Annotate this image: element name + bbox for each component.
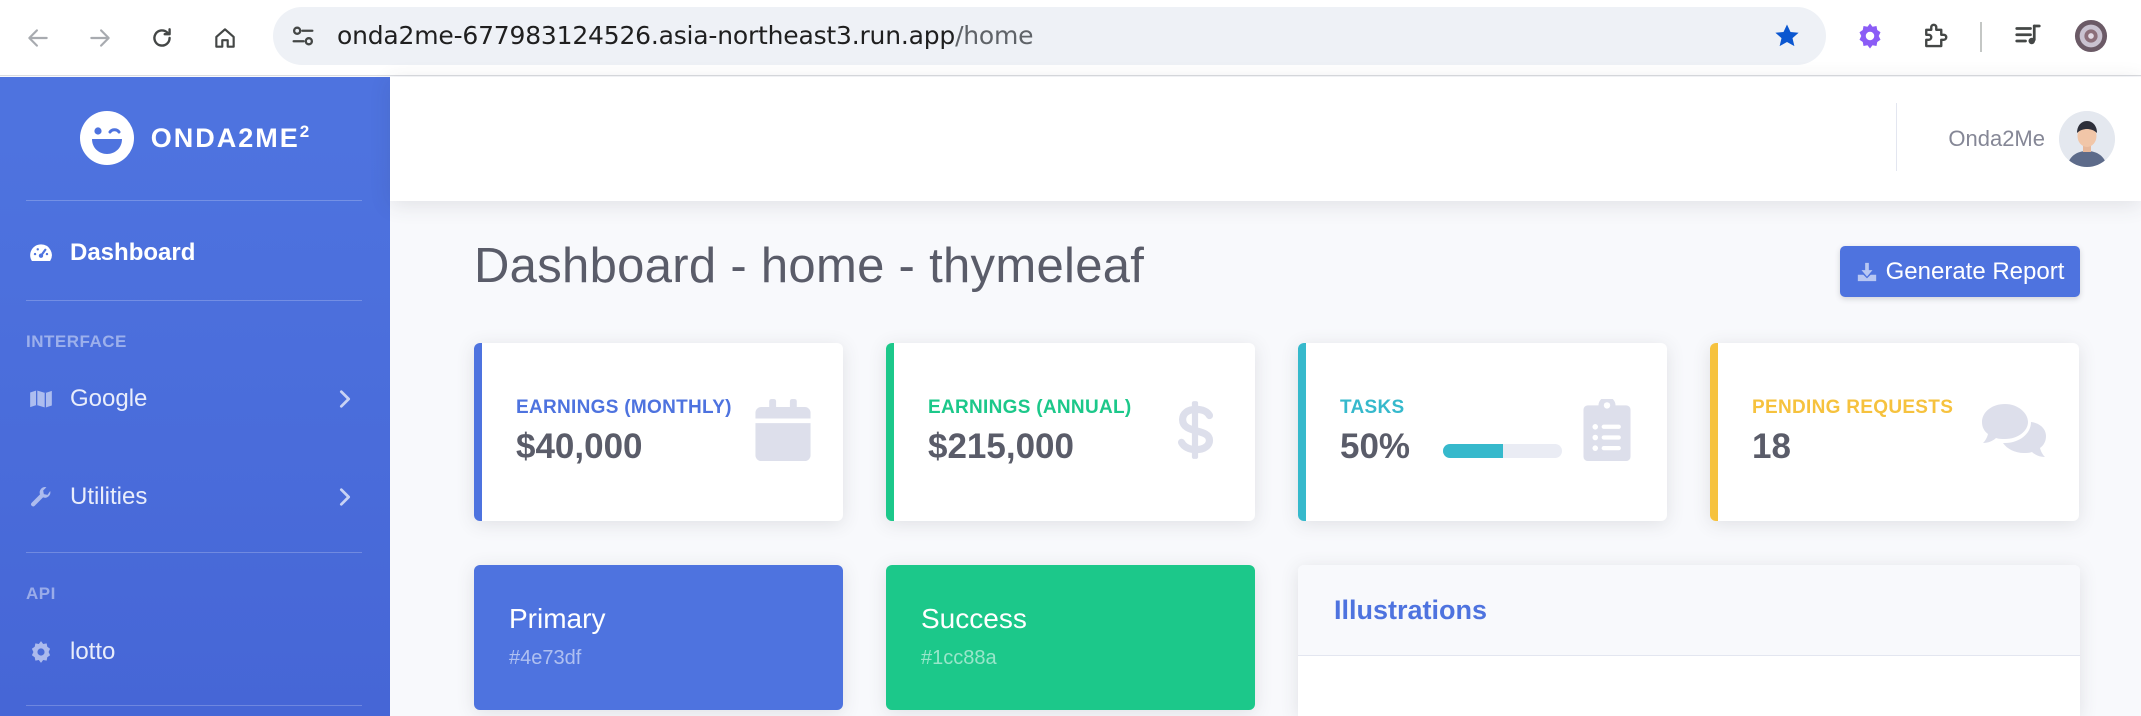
home-button[interactable] [205, 18, 245, 58]
forward-button[interactable] [80, 18, 120, 58]
card-value: $215,000 [928, 427, 1074, 466]
card-title: PENDING REQUESTS [1752, 397, 1954, 418]
card-accent-bar [1710, 343, 1718, 521]
success-color-card: Success #1cc88a [886, 565, 1255, 710]
wrench-icon [26, 482, 56, 512]
reload-button[interactable] [142, 18, 182, 58]
tachometer-icon [26, 238, 56, 268]
card-accent-bar [886, 343, 894, 521]
cog-icon [26, 637, 56, 667]
brand-superscript: 2 [299, 122, 312, 141]
map-icon [26, 384, 56, 414]
sidebar-item-label: lotto [70, 638, 116, 665]
topbar-divider [1896, 103, 1897, 171]
color-card-name: Success [921, 603, 1027, 634]
browser-toolbar: onda2me-677983124526.asia-northeast3.run… [0, 0, 2141, 76]
dollar-icon [1177, 401, 1214, 459]
comments-icon [1982, 404, 2046, 457]
sidebar-item-label: Google [70, 385, 148, 412]
sidebar-item-dashboard[interactable]: Dashboard [26, 228, 366, 278]
address-bar[interactable]: onda2me-677983124526.asia-northeast3.run… [273, 7, 1826, 65]
home-icon [215, 28, 235, 48]
card-title: EARNINGS (ANNUAL) [928, 397, 1132, 418]
reload-icon [153, 28, 171, 47]
topbar: Onda2Me [390, 77, 2141, 201]
card-accent-bar [1298, 343, 1306, 521]
generate-report-label: Generate Report [1885, 257, 2065, 285]
card-title: TASKS [1340, 397, 1405, 418]
color-card-hex: #4e73df [509, 647, 582, 669]
sidebar-brand[interactable]: ONDA2ME2 [0, 77, 390, 199]
progress-fill [1443, 444, 1503, 458]
sidebar-divider [26, 552, 362, 553]
color-card-hex: #1cc88a [921, 647, 997, 669]
avatar[interactable] [2059, 111, 2115, 167]
arrow-left-icon [28, 29, 48, 47]
media-control-button[interactable] [2010, 18, 2046, 54]
url-path: /home [955, 21, 1034, 50]
page-title: Dashboard - home - thymeleaf [474, 239, 1145, 293]
sidebar-heading-interface: INTERFACE [26, 332, 127, 351]
sidebar-divider [26, 705, 362, 706]
extensions-button[interactable] [1917, 18, 1953, 54]
illustrations-title: Illustrations [1334, 595, 1488, 625]
brand-name: ONDA2ME2 [151, 122, 311, 154]
puzzle-icon [1925, 23, 1948, 48]
profile-avatar-icon [2074, 19, 2108, 53]
bookmark-star-icon[interactable] [1772, 21, 1802, 51]
primary-color-card: Primary #4e73df [474, 565, 843, 710]
purple-gear-icon [1859, 23, 1881, 49]
url-host: onda2me-677983124526.asia-northeast3.run… [337, 21, 956, 50]
url-text: onda2me-677983124526.asia-northeast3.run… [337, 7, 1034, 65]
sidebar-divider [26, 300, 362, 301]
chevron-right-icon [339, 488, 351, 506]
color-card-name: Primary [509, 603, 606, 634]
card-accent-bar [474, 343, 482, 521]
sidebar-item-label: Utilities [70, 483, 148, 510]
card-header: Illustrations [1298, 565, 2080, 656]
sidebar-item-label: Dashboard [70, 239, 196, 266]
sidebar-item-lotto[interactable]: lotto [26, 627, 366, 677]
tasks-card: TASKS 50% [1298, 343, 1667, 521]
card-value: $40,000 [516, 427, 643, 466]
tasks-progress-bar [1443, 444, 1562, 458]
sidebar-item-utilities[interactable]: Utilities [26, 472, 366, 522]
calendar-icon [755, 399, 811, 461]
toolbar-separator [1980, 22, 1982, 52]
download-icon [1857, 262, 1876, 281]
profile-button[interactable] [2073, 18, 2109, 54]
earnings-monthly-card: EARNINGS (MONTHLY) $40,000 [474, 343, 843, 521]
brand-text: ONDA2ME [150, 123, 300, 153]
generate-report-button[interactable]: Generate Report [1840, 246, 2080, 297]
user-name[interactable]: Onda2Me [1948, 77, 2045, 201]
site-settings-icon[interactable] [289, 22, 317, 50]
illustrations-card: Illustrations [1298, 565, 2080, 716]
user-avatar-icon [2059, 111, 2115, 167]
clipboard-list-icon [1583, 399, 1631, 461]
card-value: 18 [1752, 427, 1791, 466]
sidebar-divider [26, 200, 362, 201]
arrow-right-icon [90, 29, 110, 47]
laugh-wink-logo-icon [79, 111, 134, 165]
sidebar-heading-api: API [26, 584, 56, 603]
extension-gear-button[interactable] [1852, 18, 1888, 54]
playlist-music-icon [2015, 24, 2041, 45]
back-button[interactable] [18, 18, 58, 58]
sidebar-item-google[interactable]: Google [26, 374, 366, 424]
card-value: 50% [1340, 427, 1411, 466]
sidebar: ONDA2ME2 Dashboard INTERFACE Google Util… [0, 77, 390, 716]
pending-requests-card: PENDING REQUESTS 18 [1710, 343, 2079, 521]
chevron-right-icon [339, 390, 351, 408]
card-title: EARNINGS (MONTHLY) [516, 397, 732, 418]
earnings-annual-card: EARNINGS (ANNUAL) $215,000 [886, 343, 1255, 521]
